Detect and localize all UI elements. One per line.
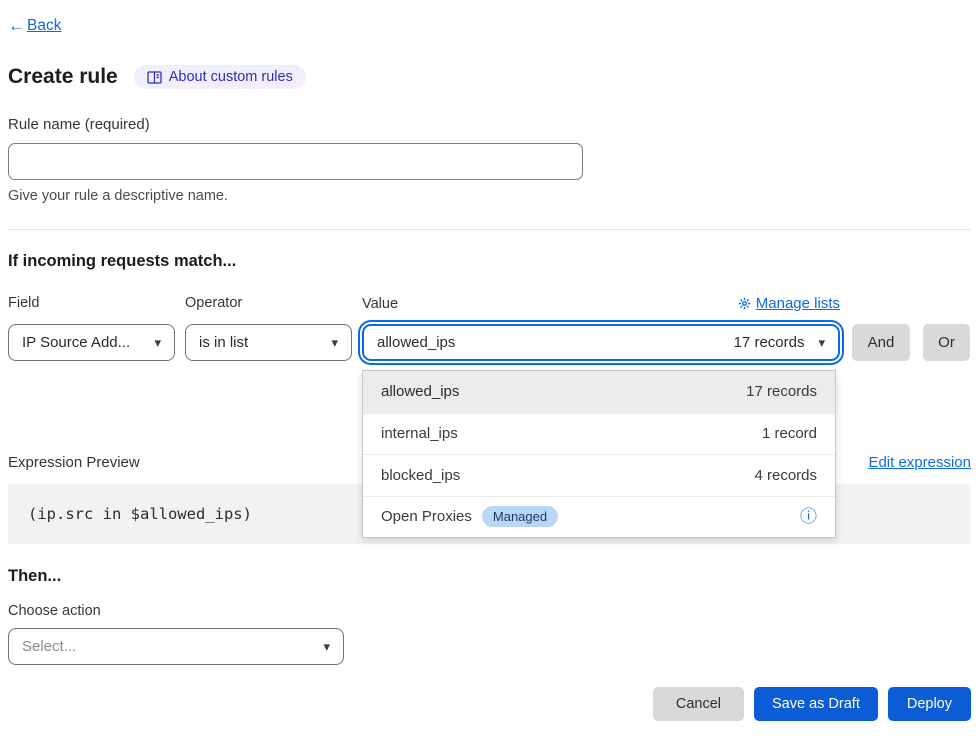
manage-lists-link[interactable]: Manage lists (738, 295, 840, 312)
list-item-left: Open Proxies Managed (381, 506, 558, 527)
field-select[interactable]: IP Source Add... ▾ (8, 324, 175, 361)
operator-select-value: is in list (199, 334, 248, 351)
managed-badge: Managed (482, 506, 558, 527)
back-arrow-icon: ← (8, 16, 25, 36)
back-link[interactable]: ← Back (8, 16, 61, 36)
list-item-name: blocked_ips (381, 467, 460, 484)
expression-code: (ip.src in $allowed_ips) (28, 505, 252, 523)
manage-lists-label: Manage lists (756, 295, 840, 312)
lists-dropdown: allowed_ips 17 records internal_ips 1 re… (362, 370, 836, 538)
match-heading: If incoming requests match... (8, 252, 971, 271)
chevron-down-icon: ▾ (818, 335, 825, 351)
then-heading: Then... (8, 567, 971, 586)
condition-controls-row: IP Source Add... ▾ is in list ▾ allowed_… (8, 324, 971, 361)
save-as-draft-button[interactable]: Save as Draft (754, 687, 878, 721)
create-rule-page: ← Back Create rule About custom rules Ru… (0, 0, 979, 741)
list-item-records: 17 records (746, 383, 817, 400)
action-select-placeholder: Select... (22, 638, 76, 655)
rule-name-helper: Give your rule a descriptive name. (8, 188, 971, 204)
list-item-name: internal_ips (381, 425, 458, 442)
title-row: Create rule About custom rules (8, 65, 971, 89)
value-label-row: Value Manage lists (362, 295, 840, 312)
list-item-records: 1 record (762, 425, 817, 442)
footer-actions: Cancel Save as Draft Deploy (8, 687, 971, 721)
gear-icon (738, 297, 751, 310)
chevron-down-icon: ▾ (323, 639, 330, 655)
condition-labels-row: Field Operator Value Manage lists (8, 295, 971, 312)
operator-select[interactable]: is in list ▾ (185, 324, 352, 361)
cancel-button[interactable]: Cancel (653, 687, 744, 721)
operator-label: Operator (185, 295, 362, 312)
list-item-name: allowed_ips (381, 383, 459, 400)
value-select-value: allowed_ips (377, 334, 455, 351)
info-icon[interactable]: ⓘ (800, 508, 817, 525)
list-item-internal-ips[interactable]: internal_ips 1 record (363, 413, 835, 455)
chevron-down-icon: ▾ (331, 335, 338, 351)
list-item-records: 4 records (754, 467, 817, 484)
value-label: Value (362, 296, 398, 312)
field-label: Field (8, 295, 185, 312)
field-select-value: IP Source Add... (22, 334, 130, 351)
value-select-wrap: allowed_ips 17 records ▾ allowed_ips 17 … (362, 324, 840, 361)
chevron-down-icon: ▾ (154, 335, 161, 351)
page-title: Create rule (8, 65, 118, 89)
expression-preview-label: Expression Preview (8, 454, 140, 471)
about-custom-rules-label: About custom rules (169, 69, 293, 85)
deploy-button[interactable]: Deploy (888, 687, 971, 721)
value-select[interactable]: allowed_ips 17 records ▾ (362, 324, 840, 361)
and-button[interactable]: And (852, 324, 910, 361)
back-link-label: Back (27, 17, 61, 35)
or-button[interactable]: Or (923, 324, 970, 361)
value-select-right: 17 records ▾ (734, 334, 825, 351)
edit-expression-link[interactable]: Edit expression (868, 454, 971, 471)
value-select-records: 17 records (734, 334, 805, 351)
list-item-allowed-ips[interactable]: allowed_ips 17 records (363, 371, 835, 413)
choose-action-label: Choose action (8, 603, 971, 619)
rule-name-input[interactable] (8, 143, 583, 180)
list-item-name: Open Proxies (381, 508, 472, 525)
book-icon (147, 71, 162, 84)
rule-name-group: Rule name (required) Give your rule a de… (8, 116, 971, 204)
section-divider (8, 229, 971, 230)
list-item-blocked-ips[interactable]: blocked_ips 4 records (363, 454, 835, 496)
about-custom-rules-link[interactable]: About custom rules (134, 65, 306, 89)
rule-name-label: Rule name (required) (8, 116, 150, 133)
list-item-open-proxies[interactable]: Open Proxies Managed ⓘ (363, 496, 835, 538)
action-select[interactable]: Select... ▾ (8, 628, 344, 665)
